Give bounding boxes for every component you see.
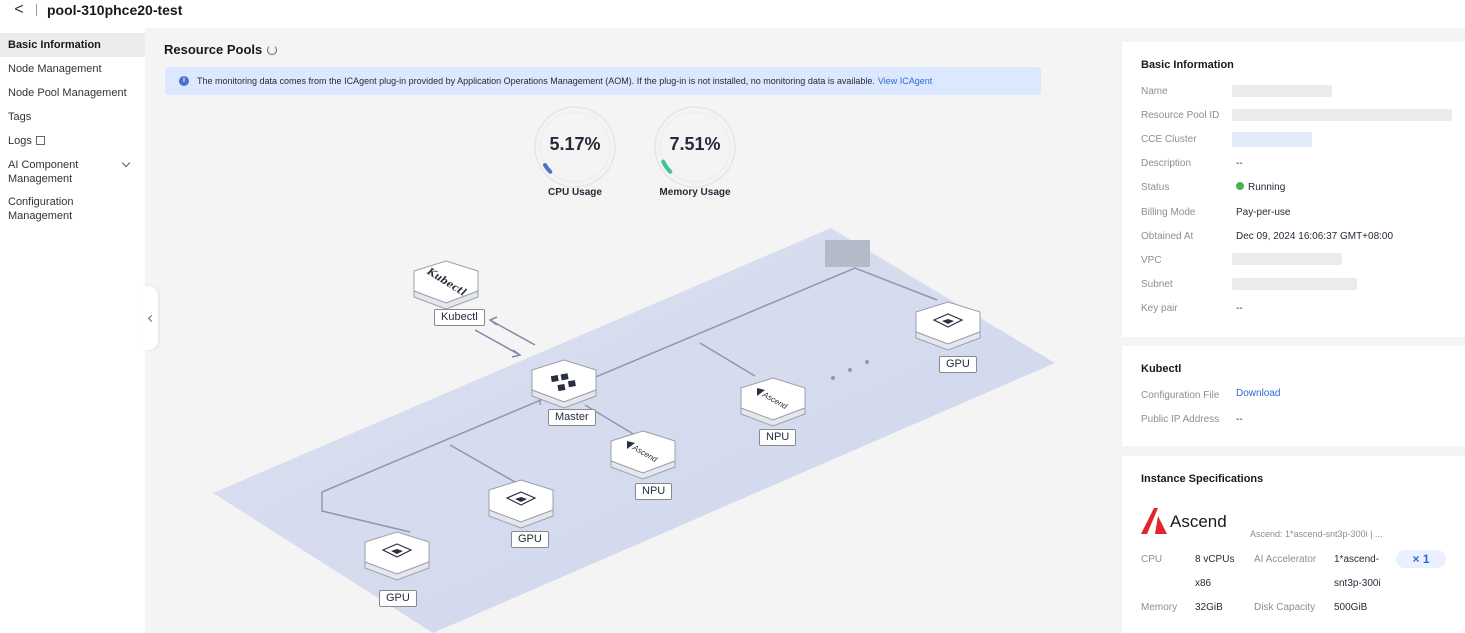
billing-mode-value: Pay-per-use xyxy=(1236,207,1291,218)
gpu-node-label[interactable]: GPU xyxy=(511,531,549,548)
sidebar-item-label: Basic Information xyxy=(8,39,101,51)
info-key: Status xyxy=(1141,182,1170,193)
public-ip-value: -- xyxy=(1236,414,1243,425)
more-nodes-dot xyxy=(831,376,835,380)
gauge-value: 7.51% xyxy=(669,134,721,154)
info-key: Billing Mode xyxy=(1141,207,1196,218)
sidebar-item-label: Tags xyxy=(8,111,32,123)
resource-pools-heading: Resource Pools xyxy=(164,42,278,57)
sidebar-item-label: AI Component xyxy=(8,159,79,171)
subnet-value-redacted xyxy=(1232,278,1357,290)
spec-key: CPU xyxy=(1141,554,1163,565)
pool-id-value-redacted xyxy=(1232,109,1452,121)
sidebar-item-label: Configuration xyxy=(8,196,74,208)
spec-summary: Ascend: 1*ascend-snt3p-300i | ... xyxy=(1250,529,1383,539)
master-node-label[interactable]: Master xyxy=(548,409,596,426)
more-nodes-dot xyxy=(865,360,869,364)
download-config-link[interactable]: Download xyxy=(1236,388,1280,399)
basic-information-card: Basic Information Name Resource Pool ID … xyxy=(1122,42,1465,337)
accelerator-value: 1*ascend- xyxy=(1334,554,1380,565)
spec-key: AI Accelerator xyxy=(1254,554,1317,565)
npu-node-label[interactable]: NPU xyxy=(635,483,673,500)
sidebar-item-basic-information[interactable]: Basic Information xyxy=(0,33,145,57)
info-icon: i xyxy=(179,76,189,86)
brand-name: Ascend xyxy=(1170,512,1227,531)
info-key: CCE Cluster xyxy=(1141,134,1197,145)
kubectl-node-icon: Kubectl xyxy=(413,260,479,310)
gpu-node-label[interactable]: GPU xyxy=(379,590,417,607)
description-value: -- xyxy=(1236,158,1243,169)
gpu-node-label[interactable]: GPU xyxy=(939,356,977,373)
npu-node-label[interactable]: NPU xyxy=(759,429,797,446)
instance-count-badge: × 1 xyxy=(1396,550,1446,568)
sidebar-item-ai-component-management[interactable]: AI Component Management xyxy=(0,153,145,190)
sidebar-item-label: Logs xyxy=(8,135,32,147)
sidebar-nav: Basic Information Node Management Node P… xyxy=(0,33,145,633)
cluster-platform xyxy=(213,228,1055,633)
memory-usage-gauge: 7.51% xyxy=(652,104,738,190)
name-value-redacted xyxy=(1232,85,1332,97)
platform-placeholder-block xyxy=(825,240,870,267)
sidebar-item-label: Node Management xyxy=(8,63,102,75)
arch-value: x86 xyxy=(1195,578,1212,589)
status-text: Running xyxy=(1248,182,1286,193)
status-value: Running xyxy=(1236,182,1285,193)
spec-key: Memory xyxy=(1141,602,1178,613)
memory-value: 32GiB xyxy=(1195,602,1223,613)
sidebar-item-node-pool-management[interactable]: Node Pool Management xyxy=(0,81,145,105)
header-divider xyxy=(36,4,37,16)
info-key: Description xyxy=(1141,158,1192,169)
sidebar-item-label-line2: Management xyxy=(8,173,73,185)
kubectl-node-label[interactable]: Kubectl xyxy=(434,309,485,326)
info-key: Key pair xyxy=(1141,303,1178,314)
info-key: Resource Pool ID xyxy=(1141,110,1220,121)
info-key: VPC xyxy=(1141,255,1162,266)
sidebar-item-logs[interactable]: Logs xyxy=(0,129,145,153)
external-link-icon xyxy=(35,136,45,145)
info-key: Configuration File xyxy=(1141,390,1220,401)
accelerator-value-line2: snt3p-300i xyxy=(1334,578,1381,589)
info-key: Name xyxy=(1141,86,1168,97)
back-button[interactable]: < xyxy=(10,2,28,18)
disk-capacity-value: 500GiB xyxy=(1334,602,1368,613)
key-pair-value: -- xyxy=(1236,303,1243,314)
spec-key: Disk Capacity xyxy=(1254,602,1316,613)
info-key: Subnet xyxy=(1141,279,1173,290)
obtained-at-value: Dec 09, 2024 16:06:37 GMT+08:00 xyxy=(1236,231,1394,242)
view-icagent-link[interactable]: View ICAgent xyxy=(878,76,932,86)
card-title: Instance Specifications xyxy=(1141,473,1264,485)
gauge-value-arc xyxy=(543,163,553,174)
cpu-value: 8 vCPUs xyxy=(1195,554,1235,565)
monitoring-info-banner: i The monitoring data comes from the ICA… xyxy=(165,67,1041,95)
vpc-value-redacted xyxy=(1232,253,1342,265)
info-key: Obtained At xyxy=(1141,231,1194,242)
page-header: < pool-310phce20-test xyxy=(0,0,1465,20)
gauge-label: CPU Usage xyxy=(548,187,602,198)
cpu-usage-gauge: 5.17% xyxy=(532,104,618,190)
cce-cluster-link-redacted[interactable] xyxy=(1232,132,1312,147)
arrow-head xyxy=(488,316,498,326)
more-nodes-dot xyxy=(848,368,852,372)
ascend-logo-icon xyxy=(1141,508,1167,534)
running-status-icon xyxy=(1236,182,1244,190)
section-title: Resource Pools xyxy=(164,42,263,57)
banner-text: The monitoring data comes from the ICAge… xyxy=(197,76,875,86)
topology-diagram: Kubectl Ascend Ascend Kubectl Master NPU… xyxy=(145,220,1075,633)
topology-canvas: Kubectl Ascend Ascend xyxy=(213,228,1055,633)
sidebar-item-configuration-management[interactable]: Configuration Management xyxy=(0,190,145,227)
gauge-value: 5.17% xyxy=(549,134,601,154)
info-key: Public IP Address xyxy=(1141,414,1220,425)
refresh-icon[interactable] xyxy=(267,44,278,55)
sidebar-item-tags[interactable]: Tags xyxy=(0,105,145,129)
card-title: Basic Information xyxy=(1141,59,1234,71)
page-title: pool-310phce20-test xyxy=(47,2,183,18)
sidebar-item-label: Node Pool Management xyxy=(8,87,127,99)
sidebar-item-label-line2: Management xyxy=(8,210,73,222)
instance-specifications-card: Instance Specifications Ascend Ascend: 1… xyxy=(1122,456,1465,633)
kubectl-card: Kubectl Configuration File Download Publ… xyxy=(1122,346,1465,446)
card-title: Kubectl xyxy=(1141,363,1182,375)
gauge-label: Memory Usage xyxy=(659,187,731,198)
gauge-value-arc xyxy=(661,159,673,174)
sidebar-item-node-management[interactable]: Node Management xyxy=(0,57,145,81)
